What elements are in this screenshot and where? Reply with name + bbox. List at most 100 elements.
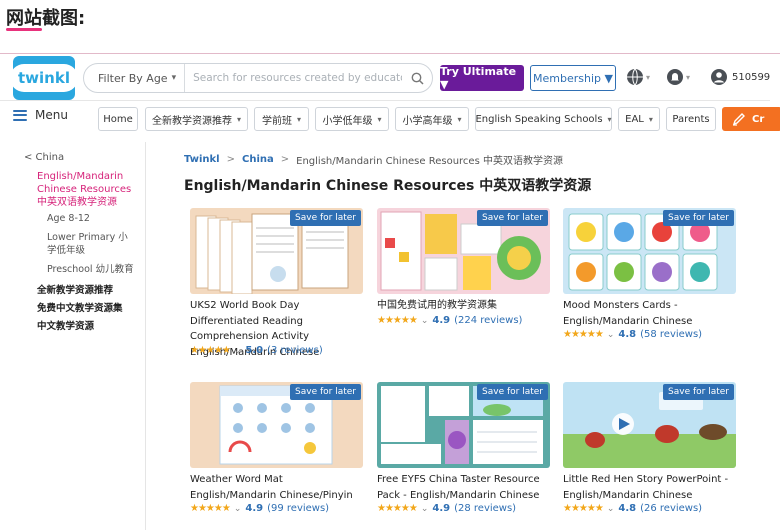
screenshot-caption: 网站截图: bbox=[6, 8, 86, 29]
chevron-down-icon[interactable]: ⌄ bbox=[421, 316, 429, 326]
star-rating-icon: ★★★★★ bbox=[190, 503, 231, 514]
nav-label: English Speaking Schools bbox=[475, 113, 603, 125]
nav-parents[interactable]: Parents bbox=[666, 107, 716, 131]
nav-label: 小学高年级 bbox=[402, 115, 453, 127]
sidebar-item-chinese-resources[interactable]: 中文教学资源 bbox=[37, 318, 94, 332]
menu-button[interactable]: Menu bbox=[13, 108, 68, 122]
review-count-link[interactable]: (26 reviews) bbox=[640, 503, 702, 514]
menu-label: Menu bbox=[35, 108, 68, 122]
review-count-link[interactable]: (224 reviews) bbox=[454, 315, 522, 326]
chevron-down-icon: ▾ bbox=[686, 72, 691, 82]
top-rule bbox=[0, 53, 780, 54]
search-input[interactable] bbox=[185, 72, 402, 84]
card-title[interactable]: Little Red Hen Story PowerPoint - Englis… bbox=[563, 472, 741, 503]
nav-eal[interactable]: EAL ▾ bbox=[618, 107, 660, 131]
bell-icon bbox=[667, 69, 683, 85]
create-button[interactable]: Cr bbox=[722, 107, 780, 131]
language-selector[interactable]: ▾ bbox=[626, 68, 650, 86]
user-avatar-icon bbox=[711, 69, 727, 85]
nav-upper-primary[interactable]: 小学高年级 ▾ bbox=[395, 107, 469, 131]
rating-score: 4.9 bbox=[245, 503, 264, 514]
try-ultimate-button[interactable]: Try Ultimate ▼ bbox=[440, 65, 524, 91]
breadcrumb: Twinkl > China > English/Mandarin Chines… bbox=[184, 152, 563, 167]
nav-lower-primary[interactable]: 小学低年级 ▾ bbox=[315, 107, 389, 131]
save-for-later-button[interactable]: Save for later bbox=[663, 384, 734, 400]
notifications[interactable]: ▾ bbox=[666, 68, 690, 86]
hamburger-icon bbox=[13, 109, 27, 121]
card-rating: ★★★★★ ⌄ 4.9 (224 reviews) bbox=[377, 315, 522, 326]
chevron-down-icon: ▾ bbox=[607, 114, 612, 124]
card-title[interactable]: Weather Word Mat English/Mandarin Chines… bbox=[190, 472, 368, 503]
sidebar-item-new-resources[interactable]: 全新教学资源推荐 bbox=[37, 282, 113, 296]
star-rating-icon: ★★★★★ bbox=[563, 503, 604, 514]
breadcrumb-twinkl[interactable]: Twinkl bbox=[184, 154, 220, 165]
membership-button[interactable]: Membership ▼ bbox=[530, 65, 616, 91]
breadcrumb-current: English/Mandarin Chinese Resources 中英双语教… bbox=[296, 156, 563, 167]
card-title[interactable]: 中国免费试用的教学资源集 bbox=[377, 298, 555, 314]
create-label: Cr bbox=[752, 113, 765, 125]
twinkl-logo[interactable]: twinkl bbox=[10, 56, 78, 100]
nav-new-resources[interactable]: 全新教学资源推荐 ▾ bbox=[145, 107, 248, 131]
card-rating: ★★★★★ ⌄ 4.8 (58 reviews) bbox=[563, 329, 702, 340]
card-rating: ★★★★★ ⌄ 4.8 (26 reviews) bbox=[563, 503, 702, 514]
star-rating-icon: ★★★★★ bbox=[377, 503, 418, 514]
save-for-later-button[interactable]: Save for later bbox=[290, 210, 361, 226]
review-count-link[interactable]: (58 reviews) bbox=[640, 329, 702, 340]
search-icon[interactable] bbox=[402, 64, 432, 92]
nav-preschool[interactable]: 学前班 ▾ bbox=[254, 107, 309, 131]
search-bar: Filter By Age ▾ bbox=[83, 63, 433, 93]
save-for-later-button[interactable]: Save for later bbox=[477, 210, 548, 226]
card-rating: ★★★★★ ⌄ 4.9 (99 reviews) bbox=[190, 503, 329, 514]
nav-label: Parents bbox=[672, 113, 710, 125]
save-for-later-button[interactable]: Save for later bbox=[290, 384, 361, 400]
header-divider bbox=[0, 100, 770, 101]
logo-text: twinkl bbox=[10, 64, 78, 92]
card-rating: ★★★★★ ⌄ 4.9 (28 reviews) bbox=[377, 503, 516, 514]
chevron-down-icon[interactable]: ⌄ bbox=[607, 504, 615, 514]
chevron-down-icon[interactable]: ⌄ bbox=[607, 330, 615, 340]
sidebar-item-age-8-12[interactable]: Age 8-12 bbox=[47, 212, 135, 225]
chevron-down-icon[interactable]: ⌄ bbox=[421, 504, 429, 514]
nav-english-speaking-schools[interactable]: English Speaking Schools ▾ bbox=[475, 107, 612, 131]
breadcrumb-separator: > bbox=[280, 154, 290, 165]
chevron-down-icon: ▾ bbox=[457, 114, 462, 124]
review-count-link[interactable]: (99 reviews) bbox=[267, 503, 329, 514]
globe-icon bbox=[627, 68, 643, 86]
sidebar-item-preschool[interactable]: Preschool 幼儿教育 bbox=[47, 263, 135, 276]
sidebar-item-free-resources[interactable]: 免费中文教学资源集 bbox=[37, 300, 123, 314]
rating-score: 5.0 bbox=[245, 345, 264, 356]
save-for-later-button[interactable]: Save for later bbox=[663, 210, 734, 226]
nav-label: 学前班 bbox=[261, 115, 292, 127]
chevron-down-icon: ▾ bbox=[648, 114, 653, 124]
breadcrumb-china[interactable]: China bbox=[242, 154, 274, 165]
rating-score: 4.8 bbox=[618, 329, 637, 340]
user-account[interactable] bbox=[710, 68, 728, 86]
card-title[interactable]: Free EYFS China Taster Resource Pack - E… bbox=[377, 472, 555, 503]
caption-underline bbox=[6, 28, 42, 31]
review-count-link[interactable]: (28 reviews) bbox=[454, 503, 516, 514]
filter-label: Filter By Age bbox=[98, 71, 168, 85]
chevron-down-icon: ▾ bbox=[646, 72, 651, 82]
chevron-down-icon[interactable]: ⌄ bbox=[234, 504, 242, 514]
sidebar-item-lower-primary[interactable]: Lower Primary 小学低年级 bbox=[47, 231, 135, 257]
user-id: 510599 bbox=[732, 72, 771, 83]
review-count-link[interactable]: (3 reviews) bbox=[267, 345, 323, 356]
sidebar-back-china[interactable]: < China bbox=[24, 152, 64, 163]
sidebar-item-active[interactable]: English/Mandarin Chinese Resources 中英双语教… bbox=[37, 170, 137, 209]
chevron-down-icon: ▾ bbox=[377, 114, 382, 124]
sidebar-divider bbox=[145, 142, 146, 530]
save-for-later-button[interactable]: Save for later bbox=[477, 384, 548, 400]
page-title: English/Mandarin Chinese Resources 中英双语教… bbox=[184, 178, 592, 194]
chevron-down-icon[interactable]: ⌄ bbox=[234, 346, 242, 356]
rating-score: 4.9 bbox=[432, 315, 451, 326]
nav-home[interactable]: Home bbox=[98, 107, 138, 131]
star-rating-icon: ★★★★★ bbox=[190, 345, 231, 356]
filter-by-age-dropdown[interactable]: Filter By Age ▾ bbox=[84, 64, 186, 92]
nav-label: 全新教学资源推荐 bbox=[151, 115, 232, 127]
chevron-down-icon: ▾ bbox=[171, 73, 177, 83]
nav-label: EAL bbox=[625, 113, 644, 125]
nav-label: Home bbox=[103, 113, 133, 125]
rating-score: 4.8 bbox=[618, 503, 637, 514]
card-title[interactable]: Mood Monsters Cards - English/Mandarin C… bbox=[563, 298, 741, 329]
star-rating-icon: ★★★★★ bbox=[377, 315, 418, 326]
